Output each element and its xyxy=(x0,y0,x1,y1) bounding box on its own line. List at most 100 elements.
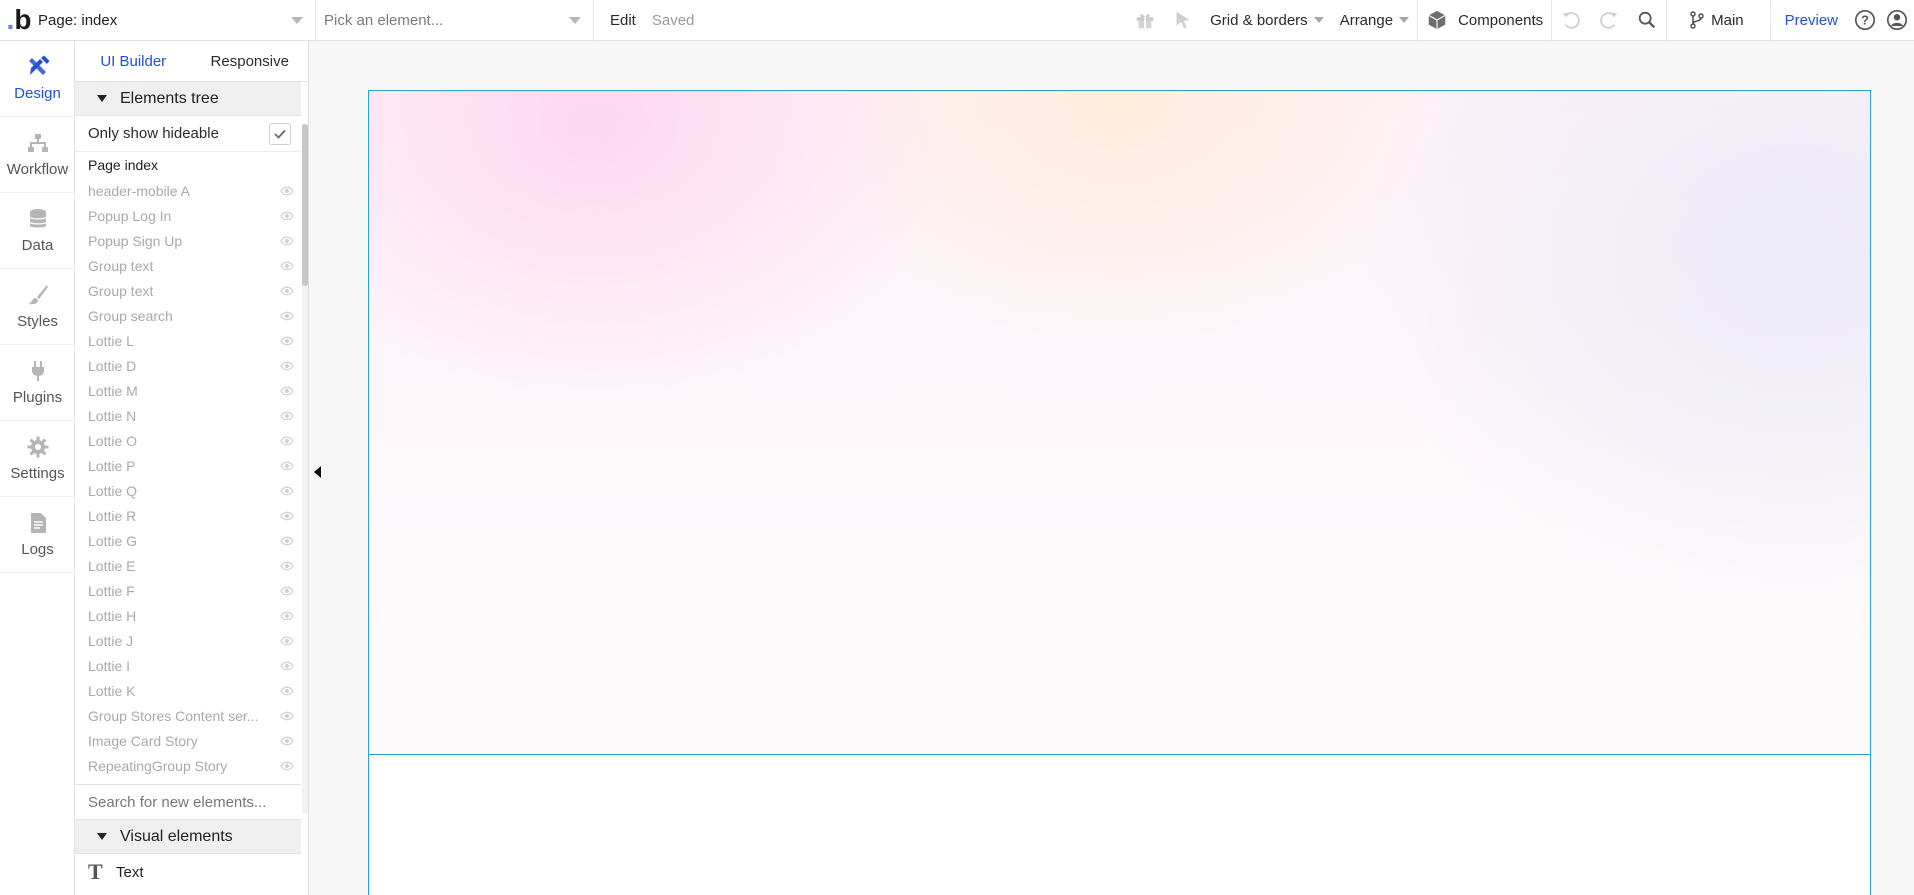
tree-item[interactable]: Popup Sign Up xyxy=(75,228,301,253)
tree-scrollbar-thumb[interactable] xyxy=(302,124,308,286)
elements-tree: Page index header-mobile A Popup Log In Po… xyxy=(75,152,301,778)
tab-ui-builder[interactable]: UI Builder xyxy=(75,41,192,81)
elements-tree-header[interactable]: Elements tree xyxy=(75,82,301,116)
panel-tabs: UI Builder Responsive xyxy=(75,41,308,82)
nav-data[interactable]: Data xyxy=(0,193,75,269)
gear-icon xyxy=(27,436,48,458)
visual-element-text[interactable]: T Text xyxy=(75,854,301,890)
search-icon[interactable] xyxy=(1628,0,1666,41)
eye-icon[interactable] xyxy=(280,536,294,546)
eye-icon[interactable] xyxy=(280,361,294,371)
tree-item[interactable]: Group search xyxy=(75,303,301,328)
tree-item[interactable]: Lottie J xyxy=(75,628,301,653)
tree-item[interactable]: Lottie N xyxy=(75,403,301,428)
help-icon[interactable]: ? xyxy=(1850,0,1880,41)
eye-icon[interactable] xyxy=(280,636,294,646)
tree-item-label: Lottie I xyxy=(88,657,131,674)
left-nav-rail: Design Workflow Data Styles Plugins Sett… xyxy=(0,41,75,895)
tree-item-label: Lottie R xyxy=(88,507,137,524)
eye-icon[interactable] xyxy=(280,461,294,471)
visual-elements-header[interactable]: Visual elements xyxy=(75,820,301,854)
eye-icon[interactable] xyxy=(280,511,294,521)
tree-item[interactable]: Lottie D xyxy=(75,353,301,378)
tree-item[interactable]: RepeatingGroup Story xyxy=(75,753,301,778)
tree-item[interactable]: Lottie E xyxy=(75,553,301,578)
eye-icon[interactable] xyxy=(280,736,294,746)
eye-icon[interactable] xyxy=(280,436,294,446)
eye-icon[interactable] xyxy=(280,311,294,321)
tree-item[interactable]: Lottie Q xyxy=(75,478,301,503)
search-new-elements-input[interactable]: Search for new elements... xyxy=(75,784,301,820)
grid-borders-menu[interactable]: Grid & borders xyxy=(1202,0,1332,41)
undo-icon[interactable] xyxy=(1552,0,1590,41)
tree-item-label: Lottie H xyxy=(88,607,137,624)
tab-responsive[interactable]: Responsive xyxy=(192,41,309,81)
eye-icon[interactable] xyxy=(280,486,294,496)
eye-icon[interactable] xyxy=(280,411,294,421)
tree-item[interactable]: Lottie O xyxy=(75,428,301,453)
tree-item[interactable]: Lottie M xyxy=(75,378,301,403)
components-button[interactable]: Components xyxy=(1418,0,1551,41)
element-select-placeholder: Pick an element... xyxy=(324,11,444,29)
tree-item[interactable]: Lottie F xyxy=(75,578,301,603)
eye-icon[interactable] xyxy=(280,661,294,671)
tree-item[interactable]: Lottie L xyxy=(75,328,301,353)
nav-design[interactable]: Design xyxy=(0,41,75,117)
tree-item[interactable]: header-mobile A xyxy=(75,178,301,203)
tree-item[interactable]: Group Stores Content ser... xyxy=(75,703,301,728)
eye-icon[interactable] xyxy=(280,236,294,246)
tree-item-label: Group text xyxy=(88,282,154,299)
nav-workflow[interactable]: Workflow xyxy=(0,117,75,193)
eye-icon[interactable] xyxy=(280,186,294,196)
account-icon[interactable] xyxy=(1880,0,1914,41)
hero-gradient-group[interactable] xyxy=(369,91,1870,754)
visual-elements-title: Visual elements xyxy=(120,827,233,845)
eye-icon[interactable] xyxy=(280,686,294,696)
eye-icon[interactable] xyxy=(280,711,294,721)
nav-styles[interactable]: Styles xyxy=(0,269,75,345)
eye-icon[interactable] xyxy=(280,211,294,221)
nav-plugins[interactable]: Plugins xyxy=(0,345,75,421)
tree-item[interactable]: Lottie H xyxy=(75,603,301,628)
tree-item-label: Lottie E xyxy=(88,557,136,574)
tree-item[interactable]: Lottie G xyxy=(75,528,301,553)
only-show-hideable-checkbox[interactable] xyxy=(269,122,291,145)
arrange-menu[interactable]: Arrange xyxy=(1332,0,1417,41)
preview-button[interactable]: Preview xyxy=(1771,0,1850,41)
eye-icon[interactable] xyxy=(280,336,294,346)
tree-item[interactable]: Group text xyxy=(75,253,301,278)
nav-settings[interactable]: Settings xyxy=(0,421,75,497)
tree-item[interactable]: Group text xyxy=(75,278,301,303)
check-icon xyxy=(274,129,286,139)
eye-icon[interactable] xyxy=(280,286,294,296)
tree-item-label: Lottie G xyxy=(88,532,138,549)
tree-item[interactable]: Lottie I xyxy=(75,653,301,678)
page-select-value: Page: index xyxy=(38,11,118,29)
edit-menu[interactable]: Edit xyxy=(594,0,644,41)
tree-item[interactable]: Popup Log In xyxy=(75,203,301,228)
tree-item[interactable]: Lottie K xyxy=(75,678,301,703)
page-select[interactable]: Page: index xyxy=(38,0,316,41)
collapse-panel-icon[interactable] xyxy=(314,466,321,478)
eye-icon[interactable] xyxy=(280,261,294,271)
bubble-logo-icon[interactable]: .b xyxy=(0,0,38,41)
eye-icon[interactable] xyxy=(280,611,294,621)
arrange-label: Arrange xyxy=(1339,11,1394,29)
eye-icon[interactable] xyxy=(280,586,294,596)
tree-item[interactable]: Lottie P xyxy=(75,453,301,478)
eye-icon[interactable] xyxy=(280,761,294,771)
chevron-down-icon xyxy=(1399,17,1410,23)
tree-root-page[interactable]: Page index xyxy=(75,152,301,178)
nav-logs[interactable]: Logs xyxy=(0,497,75,573)
redo-icon[interactable] xyxy=(1590,0,1628,41)
eye-icon[interactable] xyxy=(280,561,294,571)
inspect-cursor-icon[interactable] xyxy=(1164,0,1202,41)
chevron-down-icon xyxy=(291,16,303,24)
gift-icon[interactable] xyxy=(1126,0,1164,41)
tree-item[interactable]: Lottie R xyxy=(75,503,301,528)
tree-item[interactable]: Image Card Story xyxy=(75,728,301,753)
branch-button[interactable]: Main xyxy=(1667,0,1770,41)
grid-borders-label: Grid & borders xyxy=(1210,11,1308,29)
element-select[interactable]: Pick an element... xyxy=(316,0,594,41)
eye-icon[interactable] xyxy=(280,386,294,396)
